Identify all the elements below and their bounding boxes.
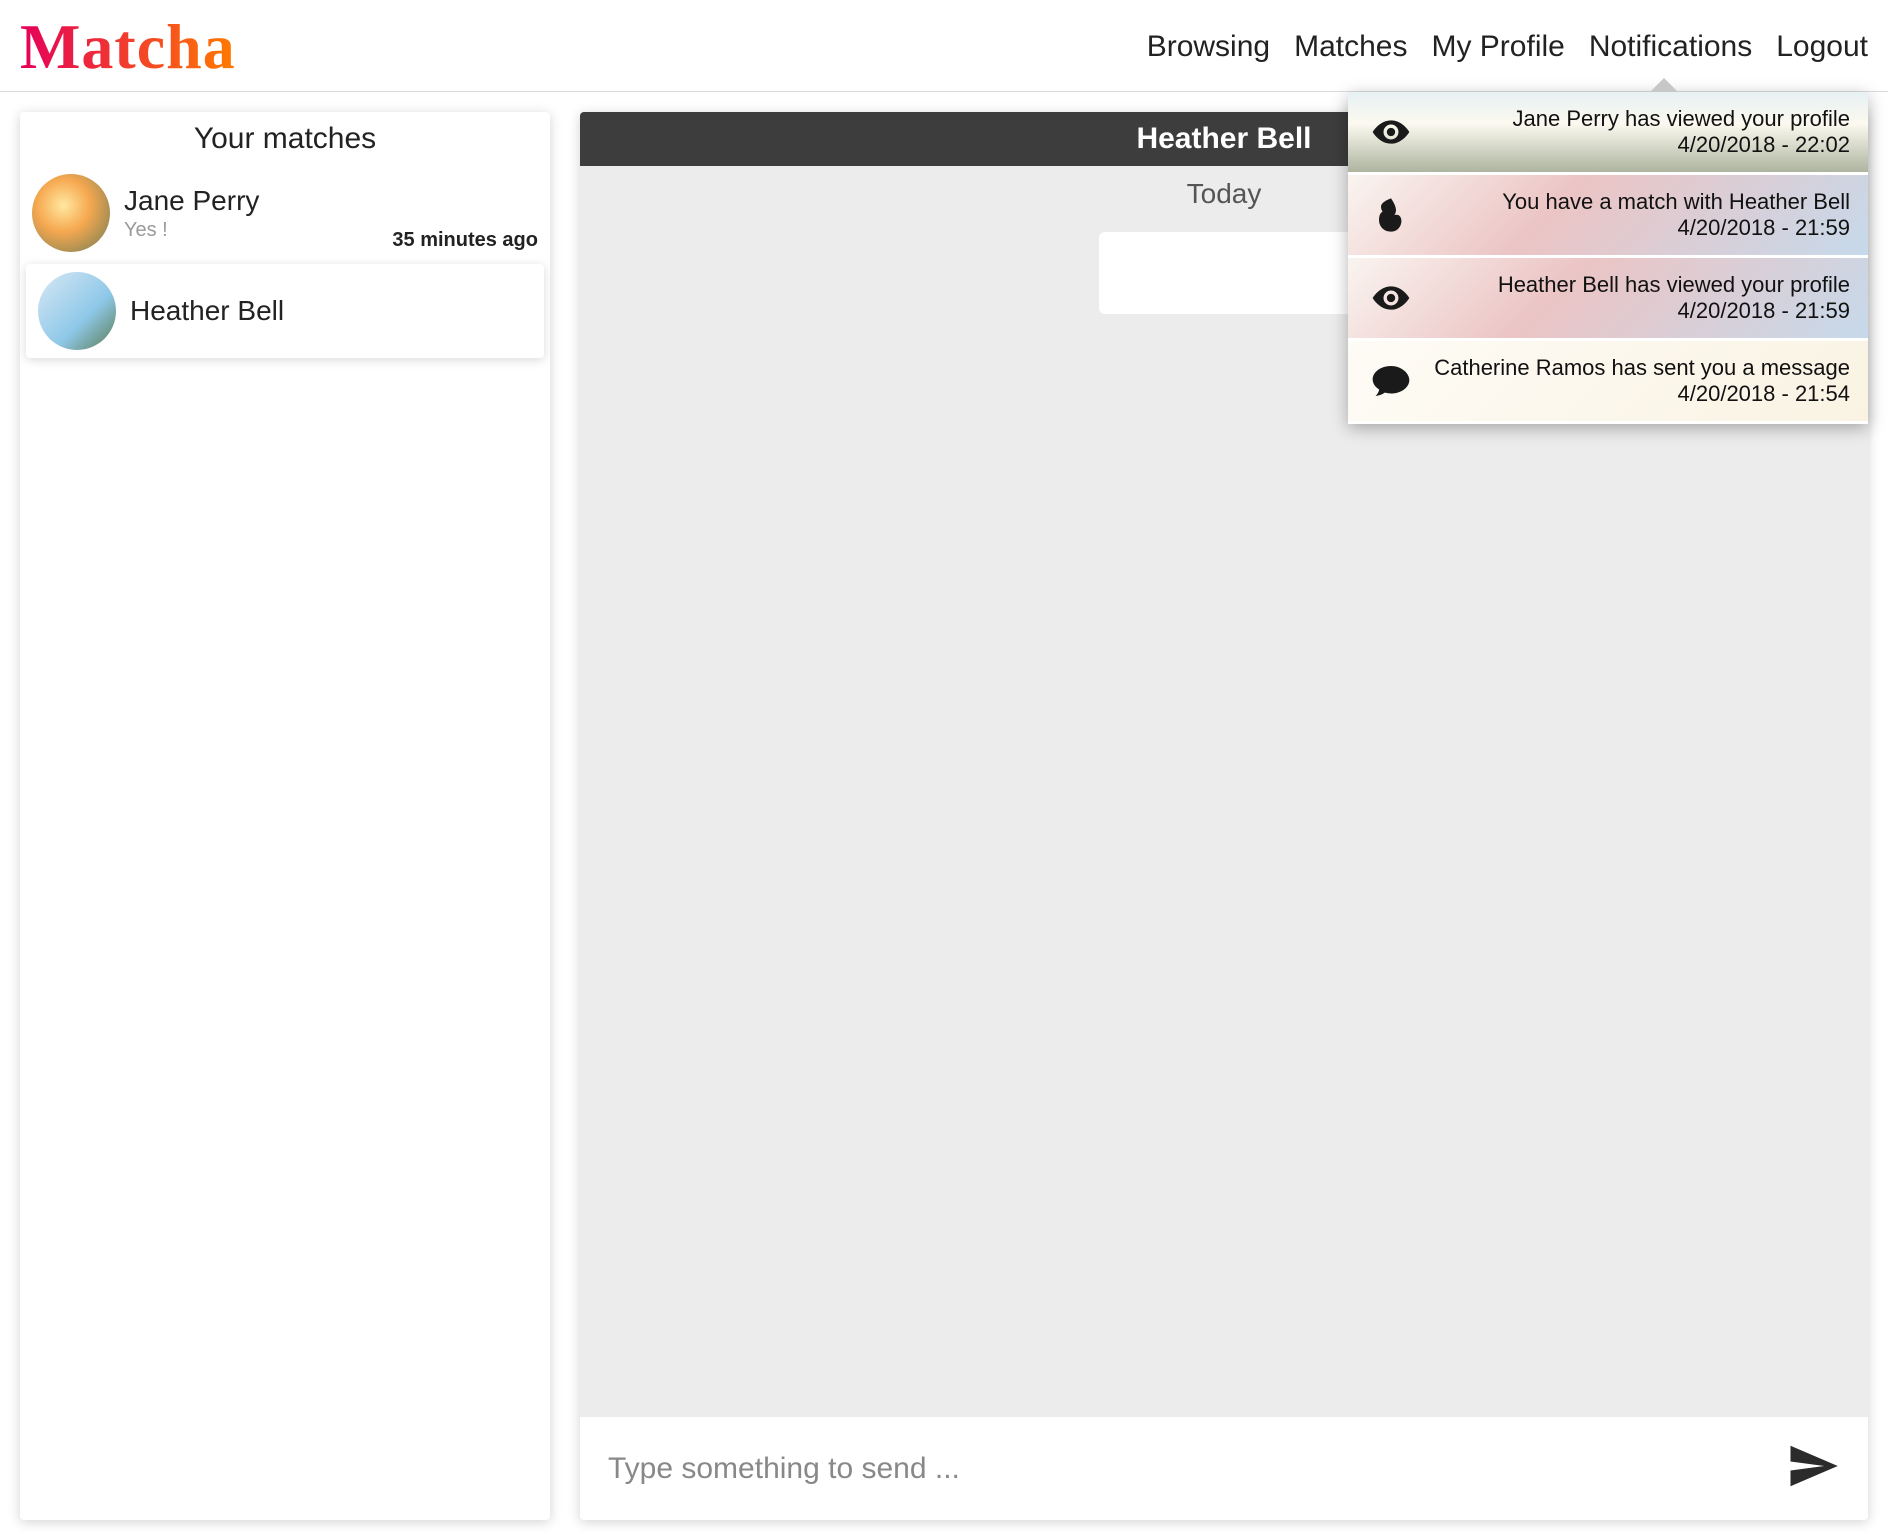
- chat-input-row: [580, 1417, 1868, 1520]
- notification-text: Heather Bell has viewed your profile 4/2…: [1426, 272, 1850, 324]
- notification-text: Jane Perry has viewed your profile 4/20/…: [1426, 106, 1850, 158]
- match-info: Heather Bell: [130, 295, 532, 327]
- match-preview: Yes !: [124, 219, 378, 242]
- notification-item[interactable]: Heather Bell has viewed your profile 4/2…: [1348, 258, 1868, 341]
- chat-input[interactable]: [608, 1452, 1766, 1486]
- send-icon: [1786, 1480, 1840, 1497]
- matches-sidebar: Your matches Jane Perry Yes ! 35 minutes…: [20, 112, 550, 1520]
- match-item-heather-bell[interactable]: Heather Bell: [26, 264, 544, 358]
- nav-notifications[interactable]: Notifications: [1589, 30, 1752, 64]
- nav-logout[interactable]: Logout: [1776, 30, 1868, 64]
- brand-logo: Matcha: [20, 10, 236, 84]
- topbar: Matcha Browsing Matches My Profile Notif…: [0, 0, 1888, 92]
- chat-icon: [1366, 361, 1416, 401]
- avatar: [38, 272, 116, 350]
- send-button[interactable]: [1786, 1439, 1840, 1498]
- match-time: 35 minutes ago: [392, 229, 538, 252]
- match-name: Heather Bell: [130, 295, 532, 327]
- notification-text: You have a match with Heather Bell 4/20/…: [1426, 189, 1850, 241]
- notification-item[interactable]: You have a match with Heather Bell 4/20/…: [1348, 175, 1868, 258]
- eye-icon: [1366, 278, 1416, 318]
- nav-links: Browsing Matches My Profile Notification…: [1147, 30, 1868, 64]
- nav-my-profile[interactable]: My Profile: [1431, 30, 1564, 64]
- nav-browsing[interactable]: Browsing: [1147, 30, 1270, 64]
- flame-icon: [1366, 195, 1416, 235]
- match-item-jane-perry[interactable]: Jane Perry Yes ! 35 minutes ago: [20, 166, 550, 260]
- notification-text: Catherine Ramos has sent you a message 4…: [1426, 355, 1850, 407]
- notification-item[interactable]: Catherine Ramos has sent you a message 4…: [1348, 341, 1868, 424]
- avatar: [32, 174, 110, 252]
- notification-item[interactable]: Jane Perry has viewed your profile 4/20/…: [1348, 92, 1868, 175]
- eye-icon: [1366, 112, 1416, 152]
- nav-matches[interactable]: Matches: [1294, 30, 1407, 64]
- sidebar-title: Your matches: [20, 112, 550, 166]
- match-name: Jane Perry: [124, 185, 378, 217]
- notifications-dropdown: Jane Perry has viewed your profile 4/20/…: [1348, 92, 1868, 424]
- match-info: Jane Perry Yes !: [124, 185, 378, 242]
